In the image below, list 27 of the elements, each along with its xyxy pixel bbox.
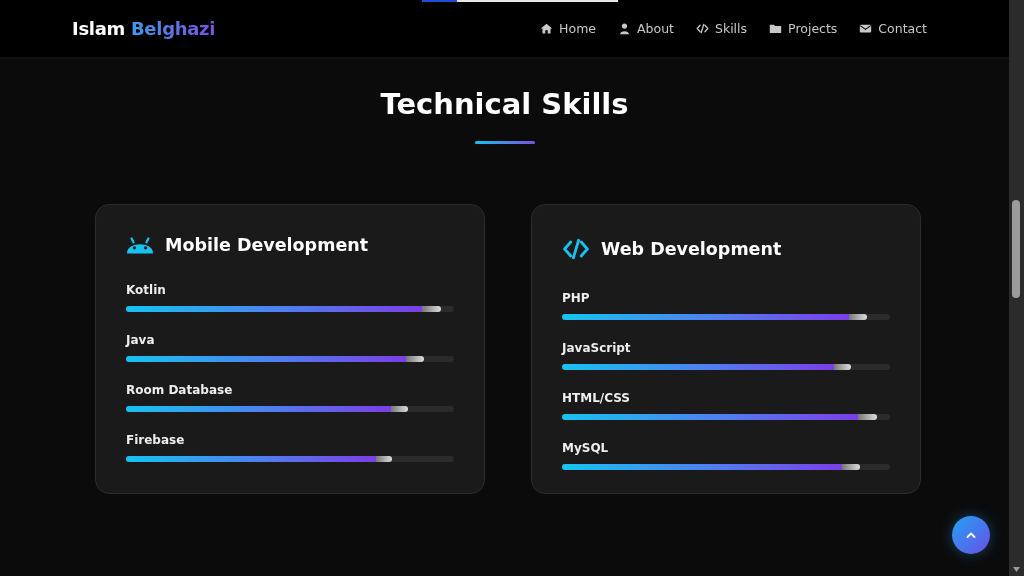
user-icon: [618, 22, 631, 35]
code-icon: [695, 22, 709, 35]
skill-name: Kotlin: [126, 283, 166, 297]
card-title: Web Development: [601, 239, 782, 259]
skill-name: Java: [126, 333, 155, 347]
card-title: Mobile Development: [165, 235, 369, 255]
scroll-down-icon[interactable]: [1013, 567, 1020, 572]
skill-name: HTML/CSS: [562, 391, 630, 405]
folder-icon: [769, 22, 783, 35]
section-title: Technical Skills: [380, 87, 629, 121]
android-icon: [126, 236, 154, 254]
skill-name: PHP: [562, 291, 590, 305]
nav-link[interactable]: Home: [540, 21, 596, 36]
scrollbar[interactable]: [1009, 0, 1024, 576]
skill-name: JavaScript: [562, 341, 631, 355]
nav-link[interactable]: Skills: [695, 21, 748, 36]
nav-link[interactable]: Contact: [859, 21, 927, 36]
mail-icon: [859, 22, 873, 35]
skill-name: MySQL: [562, 441, 609, 455]
nav-link[interactable]: About: [618, 21, 674, 36]
skill-name: Room Database: [126, 383, 233, 397]
scroll-to-top-button[interactable]: [952, 516, 990, 554]
nav-link[interactable]: Projects: [769, 21, 838, 36]
title-underline: [474, 141, 535, 144]
scrollbar-thumb[interactable]: [1012, 200, 1020, 298]
home-icon: [540, 22, 554, 35]
skill-name: Firebase: [126, 433, 185, 447]
